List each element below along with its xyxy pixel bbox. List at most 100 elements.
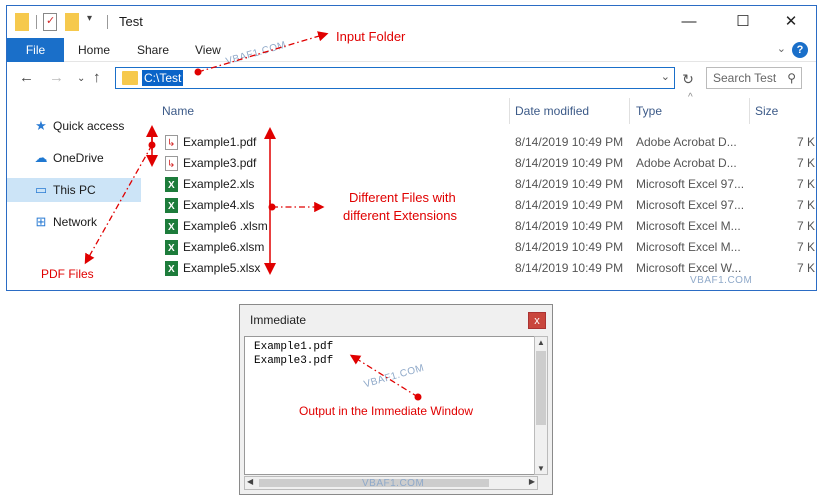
properties-icon[interactable]: ✓ <box>43 13 57 31</box>
folder-icon <box>15 13 29 31</box>
table-row[interactable]: Example2.xls 8/14/2019 10:49 PM Microsof… <box>143 174 816 196</box>
pdf-file-icon <box>165 133 178 154</box>
file-name: Example6 .xlsm <box>183 219 268 233</box>
file-date: 8/14/2019 10:49 PM <box>515 177 624 191</box>
table-row[interactable]: Example4.xls 8/14/2019 10:49 PM Microsof… <box>143 195 816 217</box>
address-path[interactable]: C:\Test <box>142 70 184 86</box>
pdf-file-icon <box>165 154 178 175</box>
close-button[interactable]: x <box>528 312 546 329</box>
file-date: 8/14/2019 10:49 PM <box>515 156 624 170</box>
file-type: Microsoft Excel M... <box>636 240 741 254</box>
sidebar-item-onedrive[interactable]: ☁ OneDrive <box>7 146 141 170</box>
minimize-button[interactable]: — <box>667 10 711 34</box>
excel-file-icon <box>165 175 178 196</box>
chevron-down-icon[interactable]: ⌄ <box>77 73 85 84</box>
watermark: VBAF1.COM <box>690 275 753 286</box>
excel-file-icon <box>165 259 178 280</box>
file-size: 7 K <box>797 219 816 233</box>
table-row[interactable]: Example1.pdf 8/14/2019 10:49 PM Adobe Ac… <box>143 132 816 154</box>
scroll-up-arrow-icon[interactable]: ▲ <box>537 338 545 347</box>
divider <box>107 15 108 29</box>
file-name: Example5.xlsx <box>183 261 261 275</box>
address-bar[interactable]: C:\Test ⌄ <box>115 67 675 89</box>
file-type: Adobe Acrobat D... <box>636 135 737 149</box>
immediate-output[interactable]: Example1.pdf Example3.pdf Output in the … <box>244 336 538 475</box>
column-divider[interactable] <box>629 98 630 124</box>
tab-share[interactable]: Share <box>137 38 169 62</box>
file-type: Microsoft Excel 97... <box>636 177 745 191</box>
column-divider[interactable] <box>749 98 750 124</box>
tab-home[interactable]: Home <box>78 38 110 62</box>
chevron-down-icon[interactable]: ⌄ <box>661 70 670 83</box>
help-icon[interactable]: ? <box>792 42 808 58</box>
forward-arrow-icon[interactable]: → <box>49 69 64 86</box>
column-header-date[interactable]: Date modified <box>515 100 589 122</box>
scroll-right-arrow-icon[interactable]: ▶ <box>529 477 535 486</box>
file-name: Example2.xls <box>183 177 255 191</box>
different-files-annotation-line1: Different Files with <box>349 190 456 205</box>
file-date: 8/14/2019 10:49 PM <box>515 198 624 212</box>
column-header-type[interactable]: Type <box>636 100 662 122</box>
scroll-left-arrow-icon[interactable]: ◀ <box>247 477 253 486</box>
divider <box>36 15 37 29</box>
file-size: 7 K <box>797 261 816 275</box>
file-type: Adobe Acrobat D... <box>636 156 737 170</box>
file-type: Microsoft Excel 97... <box>636 198 745 212</box>
navigation-bar: ← → ⌄ ↑ C:\Test ⌄ ↻ Search Test ⚲ <box>7 63 816 95</box>
sidebar-item-label: This PC <box>53 183 96 197</box>
refresh-icon[interactable]: ↻ <box>677 68 699 90</box>
folder-icon <box>122 71 138 85</box>
chevron-down-icon[interactable]: ⌄ <box>777 42 786 55</box>
column-header-size[interactable]: Size <box>755 100 778 122</box>
file-date: 8/14/2019 10:49 PM <box>515 240 624 254</box>
back-arrow-icon[interactable]: ← <box>19 69 34 86</box>
search-box[interactable]: Search Test ⚲ <box>706 67 802 89</box>
up-arrow-icon[interactable]: ↑ <box>93 69 101 86</box>
sidebar-item-label: OneDrive <box>53 151 104 165</box>
search-placeholder: Search Test <box>713 71 777 85</box>
immediate-title: Immediate <box>250 313 307 327</box>
sidebar-item-network[interactable]: ⊞ Network <box>7 210 141 234</box>
pdf-files-annotation: PDF Files <box>41 267 94 281</box>
sidebar-item-label: Network <box>53 215 98 229</box>
title-bar: ✓ ▾ Test — ☐ ✕ <box>7 6 816 38</box>
new-folder-icon[interactable] <box>65 13 79 31</box>
watermark: VBAF1.COM <box>362 478 425 489</box>
file-name: Example3.pdf <box>183 156 257 170</box>
close-button[interactable]: ✕ <box>769 10 813 34</box>
table-row[interactable]: Example6.xlsm 8/14/2019 10:49 PM Microso… <box>143 237 816 259</box>
input-folder-annotation: Input Folder <box>336 29 406 44</box>
sidebar-item-quick-access[interactable]: ★ Quick access <box>7 114 141 138</box>
network-icon: ⊞ <box>35 214 47 229</box>
ribbon: File Home Share View ⌄ ? <box>7 38 816 62</box>
excel-file-icon <box>165 196 178 217</box>
file-size: 7 K <box>797 156 816 170</box>
excel-file-icon <box>165 238 178 259</box>
maximize-button[interactable]: ☐ <box>721 10 765 34</box>
scrollbar-thumb[interactable] <box>536 351 546 425</box>
table-row[interactable]: Example6 .xlsm 8/14/2019 10:49 PM Micros… <box>143 216 816 238</box>
file-list: ^ Name Date modified Type Size Example1.… <box>143 92 816 290</box>
vertical-scrollbar[interactable]: ▲ ▼ <box>534 336 548 475</box>
sort-caret-icon: ^ <box>688 92 693 103</box>
search-icon: ⚲ <box>787 71 796 85</box>
star-icon: ★ <box>35 118 47 133</box>
sidebar-item-this-pc[interactable]: ▭ This PC <box>7 178 141 202</box>
monitor-icon: ▭ <box>34 182 48 197</box>
immediate-window: Immediate x Example1.pdf Example3.pdf Ou… <box>239 304 553 495</box>
watermark: VBAF1.COM <box>362 362 426 391</box>
column-divider[interactable] <box>509 98 510 124</box>
cloud-icon: ☁ <box>34 150 48 165</box>
window-title: Test <box>119 14 143 29</box>
column-header-name[interactable]: Name <box>162 100 194 122</box>
file-date: 8/14/2019 10:49 PM <box>515 219 624 233</box>
file-name: Example6.xlsm <box>183 240 265 254</box>
file-explorer-window: ✓ ▾ Test — ☐ ✕ File Home Share View ⌄ ? … <box>6 5 817 291</box>
table-row[interactable]: Example3.pdf 8/14/2019 10:49 PM Adobe Ac… <box>143 153 816 175</box>
file-date: 8/14/2019 10:49 PM <box>515 261 624 275</box>
chevron-down-icon[interactable]: ▾ <box>87 13 97 31</box>
scroll-down-arrow-icon[interactable]: ▼ <box>537 464 545 473</box>
tab-view[interactable]: View <box>195 38 221 62</box>
tab-file[interactable]: File <box>7 38 64 62</box>
output-line: Example3.pdf <box>254 355 334 367</box>
